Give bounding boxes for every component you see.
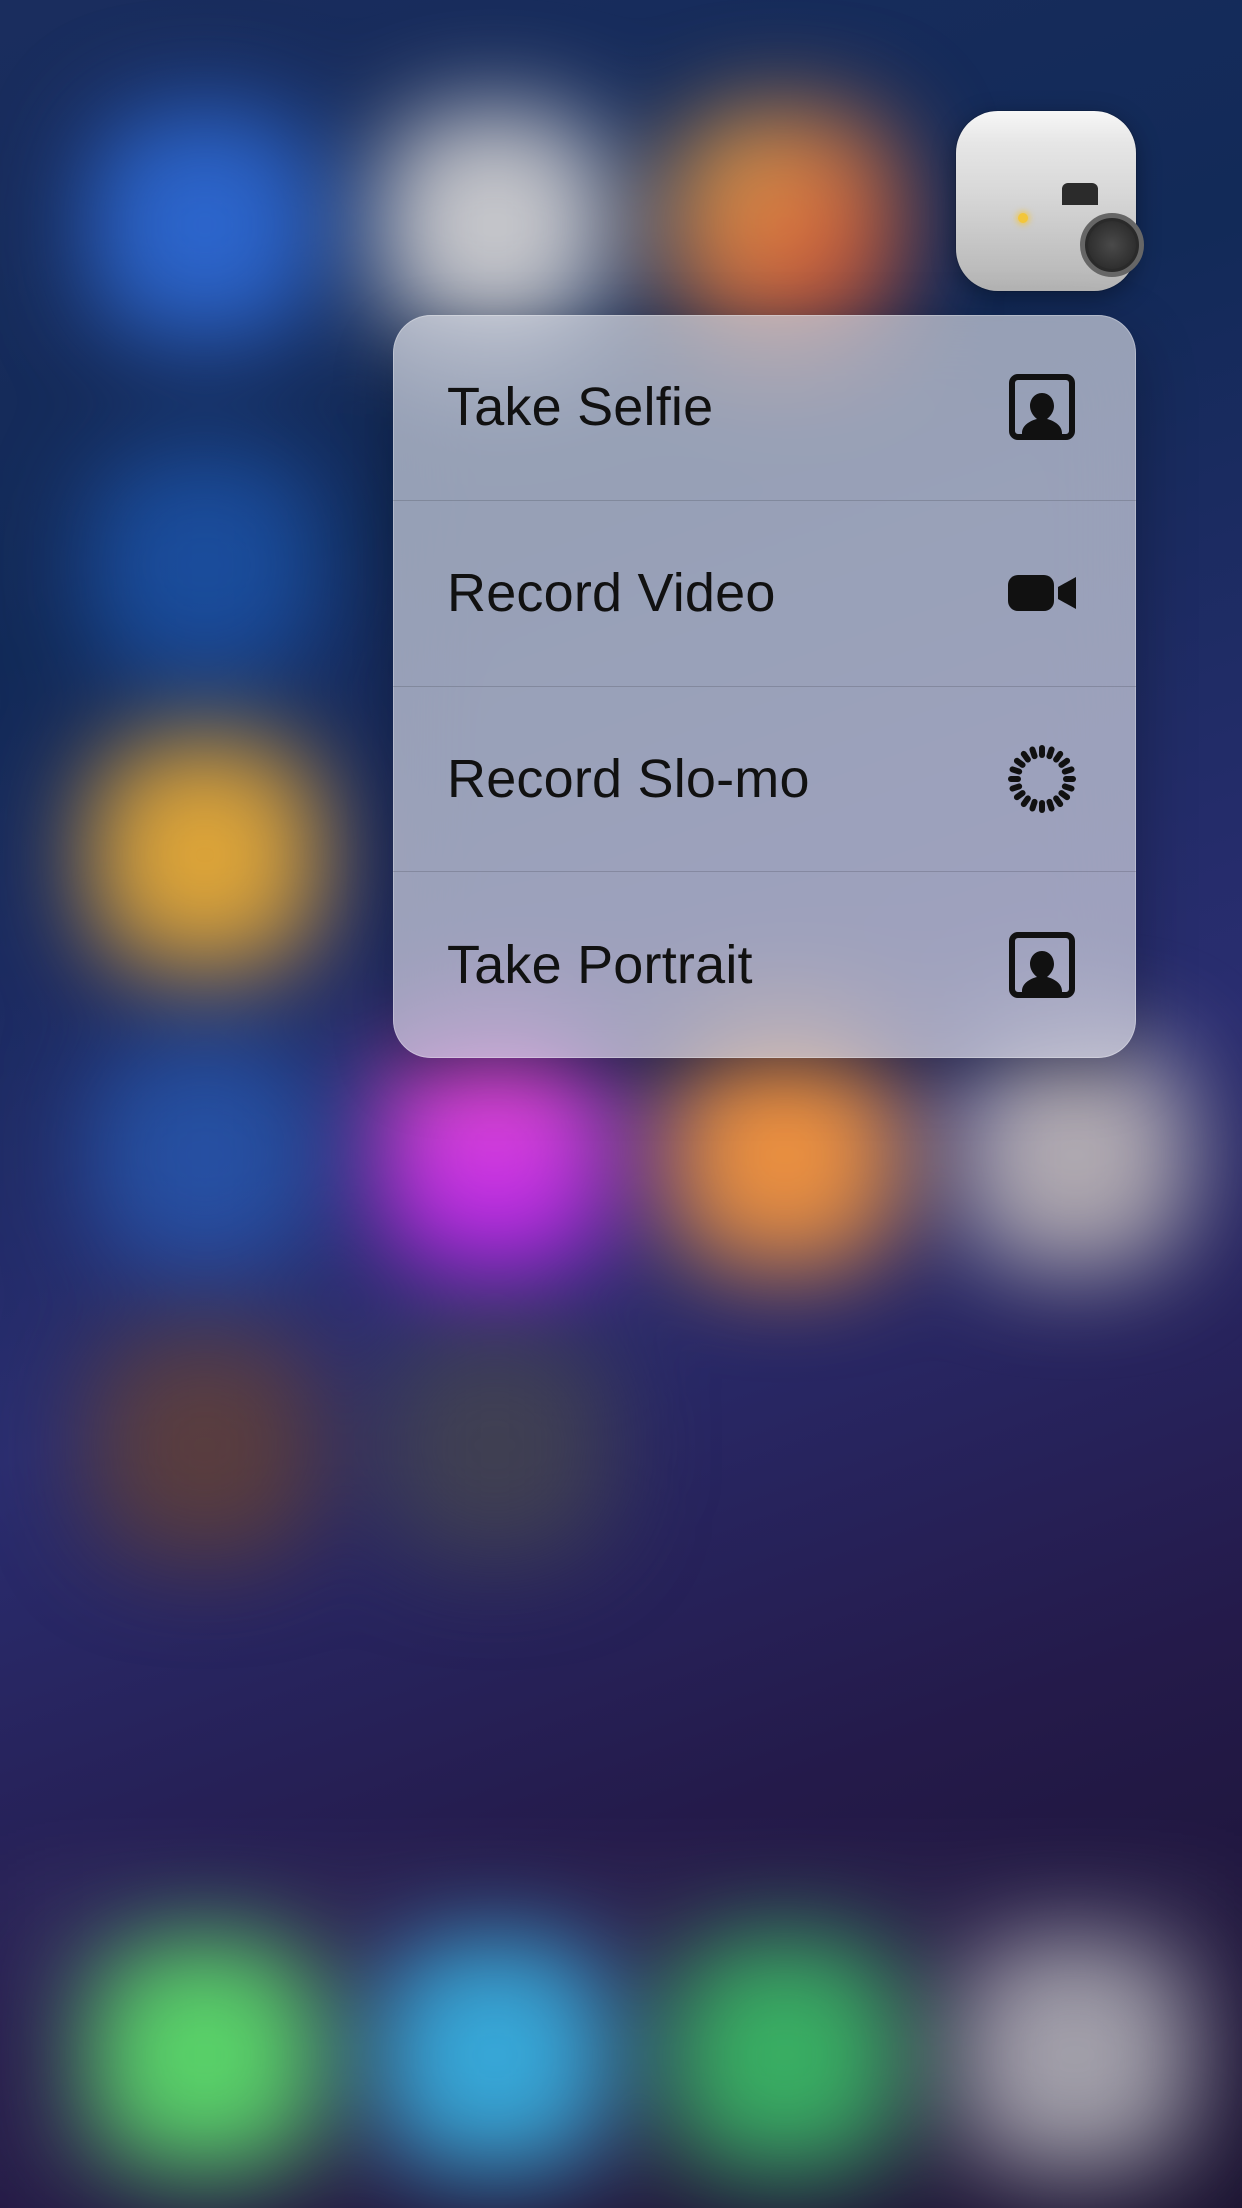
quick-action-record-video[interactable]: Record Video <box>393 501 1136 687</box>
slomo-icon <box>1002 741 1082 817</box>
selfie-icon <box>1002 369 1082 445</box>
quick-action-label: Record Video <box>447 562 776 624</box>
quick-action-label: Take Portrait <box>447 934 753 996</box>
video-icon <box>1002 555 1082 631</box>
camera-app-icon[interactable] <box>956 111 1136 291</box>
quick-action-record-slomo[interactable]: Record Slo-mo <box>393 687 1136 873</box>
quick-actions-menu: Take Selfie Record Video Record Slo-mo <box>393 315 1136 1058</box>
quick-action-take-portrait[interactable]: Take Portrait <box>393 872 1136 1058</box>
portrait-icon <box>1002 927 1082 1003</box>
quick-action-take-selfie[interactable]: Take Selfie <box>393 315 1136 501</box>
home-screen-force-touch-view: Take Selfie Record Video Record Slo-mo <box>0 0 1242 2208</box>
quick-action-label: Take Selfie <box>447 376 713 438</box>
quick-action-label: Record Slo-mo <box>447 748 810 810</box>
